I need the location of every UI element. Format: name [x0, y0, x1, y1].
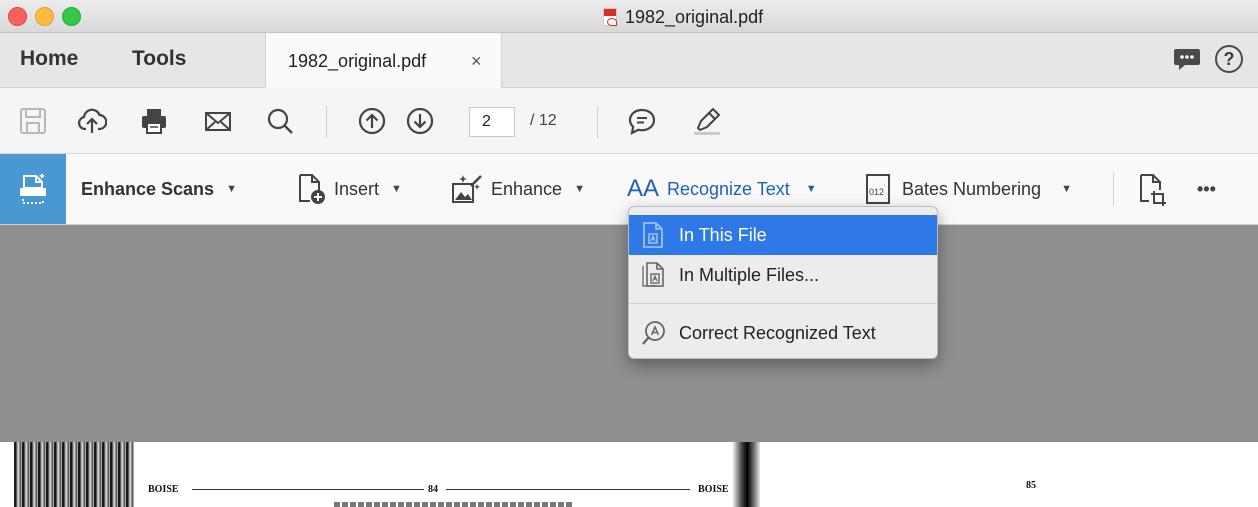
upload-icon[interactable] — [77, 106, 107, 136]
magnifier-text-icon — [642, 321, 665, 345]
enhance-scans-title: Enhance Scans — [81, 178, 215, 199]
scanner-icon — [20, 173, 46, 204]
minimize-window-button[interactable] — [35, 7, 54, 26]
tab-tools[interactable]: Tools — [132, 47, 186, 71]
chevron-down-icon: ▼ — [1061, 183, 1072, 195]
scanned-book-edge — [14, 442, 134, 507]
page-total: / 12 — [530, 112, 557, 129]
multiple-documents-icon — [642, 262, 664, 287]
recognize-text-menu: In This File In Multiple Files... Correc… — [628, 206, 938, 359]
right-running-header: BOISE — [698, 484, 729, 495]
header-rule — [192, 489, 424, 490]
tab-home[interactable]: Home — [20, 47, 78, 71]
menu-item-label: In This File — [679, 224, 767, 245]
bates-numbering-label: Bates Numbering — [902, 178, 1042, 199]
menu-item-label: Correct Recognized Text — [679, 322, 876, 343]
highlight-pen-icon[interactable] — [692, 106, 722, 136]
zoom-window-button[interactable] — [62, 7, 81, 26]
menu-item-in-multiple-files[interactable]: In Multiple Files... — [629, 255, 937, 295]
comment-bubble-icon[interactable] — [1173, 47, 1201, 71]
enhance-image-icon — [452, 175, 482, 203]
more-tools-button[interactable]: ••• — [1197, 154, 1216, 224]
menu-item-in-this-file[interactable]: In This File — [629, 215, 937, 255]
enhance-scans-tool-tile[interactable] — [0, 154, 66, 224]
document-page[interactable]: BOISE 84 BOISE 85 — [14, 442, 1258, 507]
menu-item-label: In Multiple Files... — [679, 264, 820, 285]
tab-document-label: 1982_original.pdf — [288, 51, 427, 71]
mail-icon[interactable] — [203, 106, 233, 136]
book-spine — [732, 442, 760, 507]
save-icon[interactable] — [18, 106, 48, 136]
page-up-icon[interactable] — [357, 106, 387, 136]
menu-divider — [629, 303, 937, 304]
header-rule — [446, 489, 690, 490]
close-tab-icon[interactable]: × — [471, 51, 482, 72]
toolbar-divider — [1113, 172, 1114, 206]
toolbar-divider — [597, 106, 598, 138]
chevron-down-icon: ▼ — [574, 183, 585, 195]
chevron-down-icon: ▼ — [391, 183, 402, 195]
comment-icon[interactable] — [627, 106, 657, 136]
crop-page-icon[interactable] — [1137, 173, 1167, 207]
main-toolbar: 2 / 12 — [0, 88, 1258, 154]
page-down-icon[interactable] — [405, 106, 435, 136]
scanned-text-line — [334, 502, 574, 507]
right-page-number: 85 — [1026, 480, 1036, 491]
tab-bar: Home Tools 1982_original.pdf × ? — [0, 33, 1258, 88]
title-bar: 1982_original.pdf — [0, 0, 1258, 33]
insert-label: Insert — [334, 178, 380, 199]
insert-page-icon — [299, 174, 325, 204]
insert-button[interactable]: Insert ▼ — [296, 154, 402, 224]
enhance-scans-menu[interactable]: Enhance Scans ▼ — [81, 154, 237, 224]
enhance-button[interactable]: Enhance ▼ — [451, 154, 585, 224]
chevron-down-icon: ▼ — [226, 183, 237, 195]
window-title: 1982_original.pdf — [603, 6, 763, 28]
document-text-icon — [643, 222, 663, 248]
page-number-input[interactable]: 2 — [469, 107, 515, 137]
left-page-number: 84 — [428, 484, 438, 495]
chevron-down-icon: ▼ — [805, 183, 817, 195]
search-icon[interactable] — [265, 106, 295, 136]
window-title-text: 1982_original.pdf — [625, 6, 764, 27]
recognize-text-label: Recognize Text — [667, 178, 790, 199]
bates-number-icon: 012 — [866, 174, 890, 204]
print-icon[interactable] — [139, 106, 169, 136]
bates-icon-digits: 012 — [869, 187, 885, 197]
enhance-label: Enhance — [491, 178, 563, 199]
left-running-header: BOISE — [148, 484, 179, 495]
recognize-text-icon: AA — [627, 175, 660, 202]
menu-item-correct-recognized-text[interactable]: Correct Recognized Text — [629, 313, 937, 353]
help-icon[interactable]: ? — [1215, 45, 1243, 73]
pdf-file-icon — [603, 8, 617, 26]
close-window-button[interactable] — [8, 7, 27, 26]
toolbar-divider — [326, 106, 327, 138]
tab-document[interactable]: 1982_original.pdf × — [265, 33, 502, 88]
